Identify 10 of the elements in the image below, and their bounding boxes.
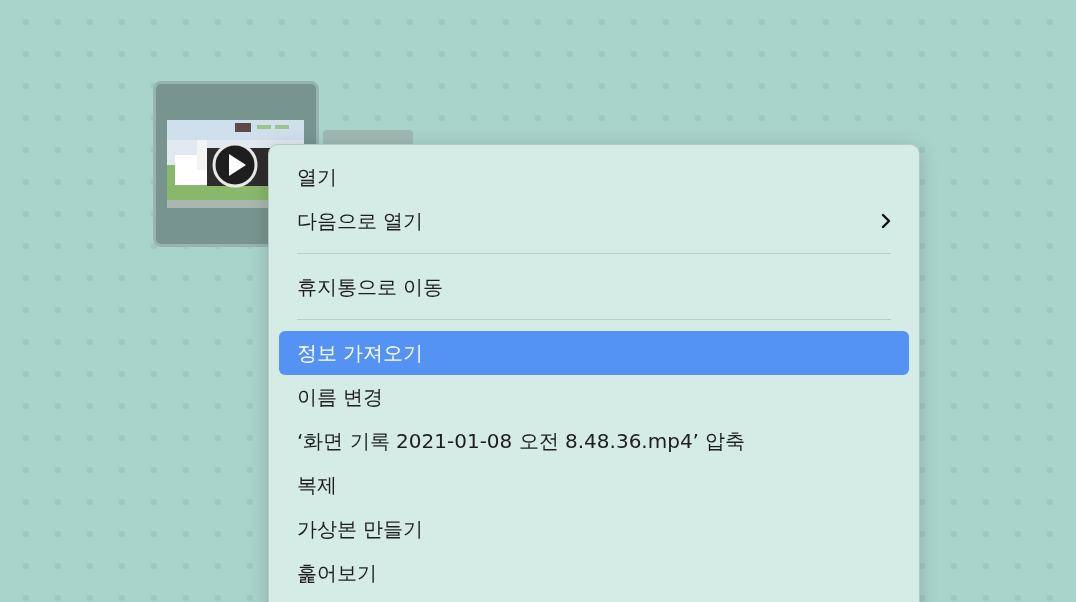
menu-item[interactable]: 훑어보기: [279, 551, 909, 595]
menu-item[interactable]: 가상본 만들기: [279, 507, 909, 551]
menu-item[interactable]: ‘화면 기록 2021-01-08 오전 8.48.36.mp4’ 압축: [279, 419, 909, 463]
menu-item[interactable]: 휴지통으로 이동: [279, 265, 909, 309]
chevron-right-icon: [881, 213, 891, 229]
play-icon[interactable]: [212, 142, 258, 188]
menu-item[interactable]: 열기: [279, 155, 909, 199]
menu-item[interactable]: 다음으로 열기: [279, 199, 909, 243]
menu-item[interactable]: 이름 변경: [279, 375, 909, 419]
menu-item[interactable]: 복제: [279, 463, 909, 507]
